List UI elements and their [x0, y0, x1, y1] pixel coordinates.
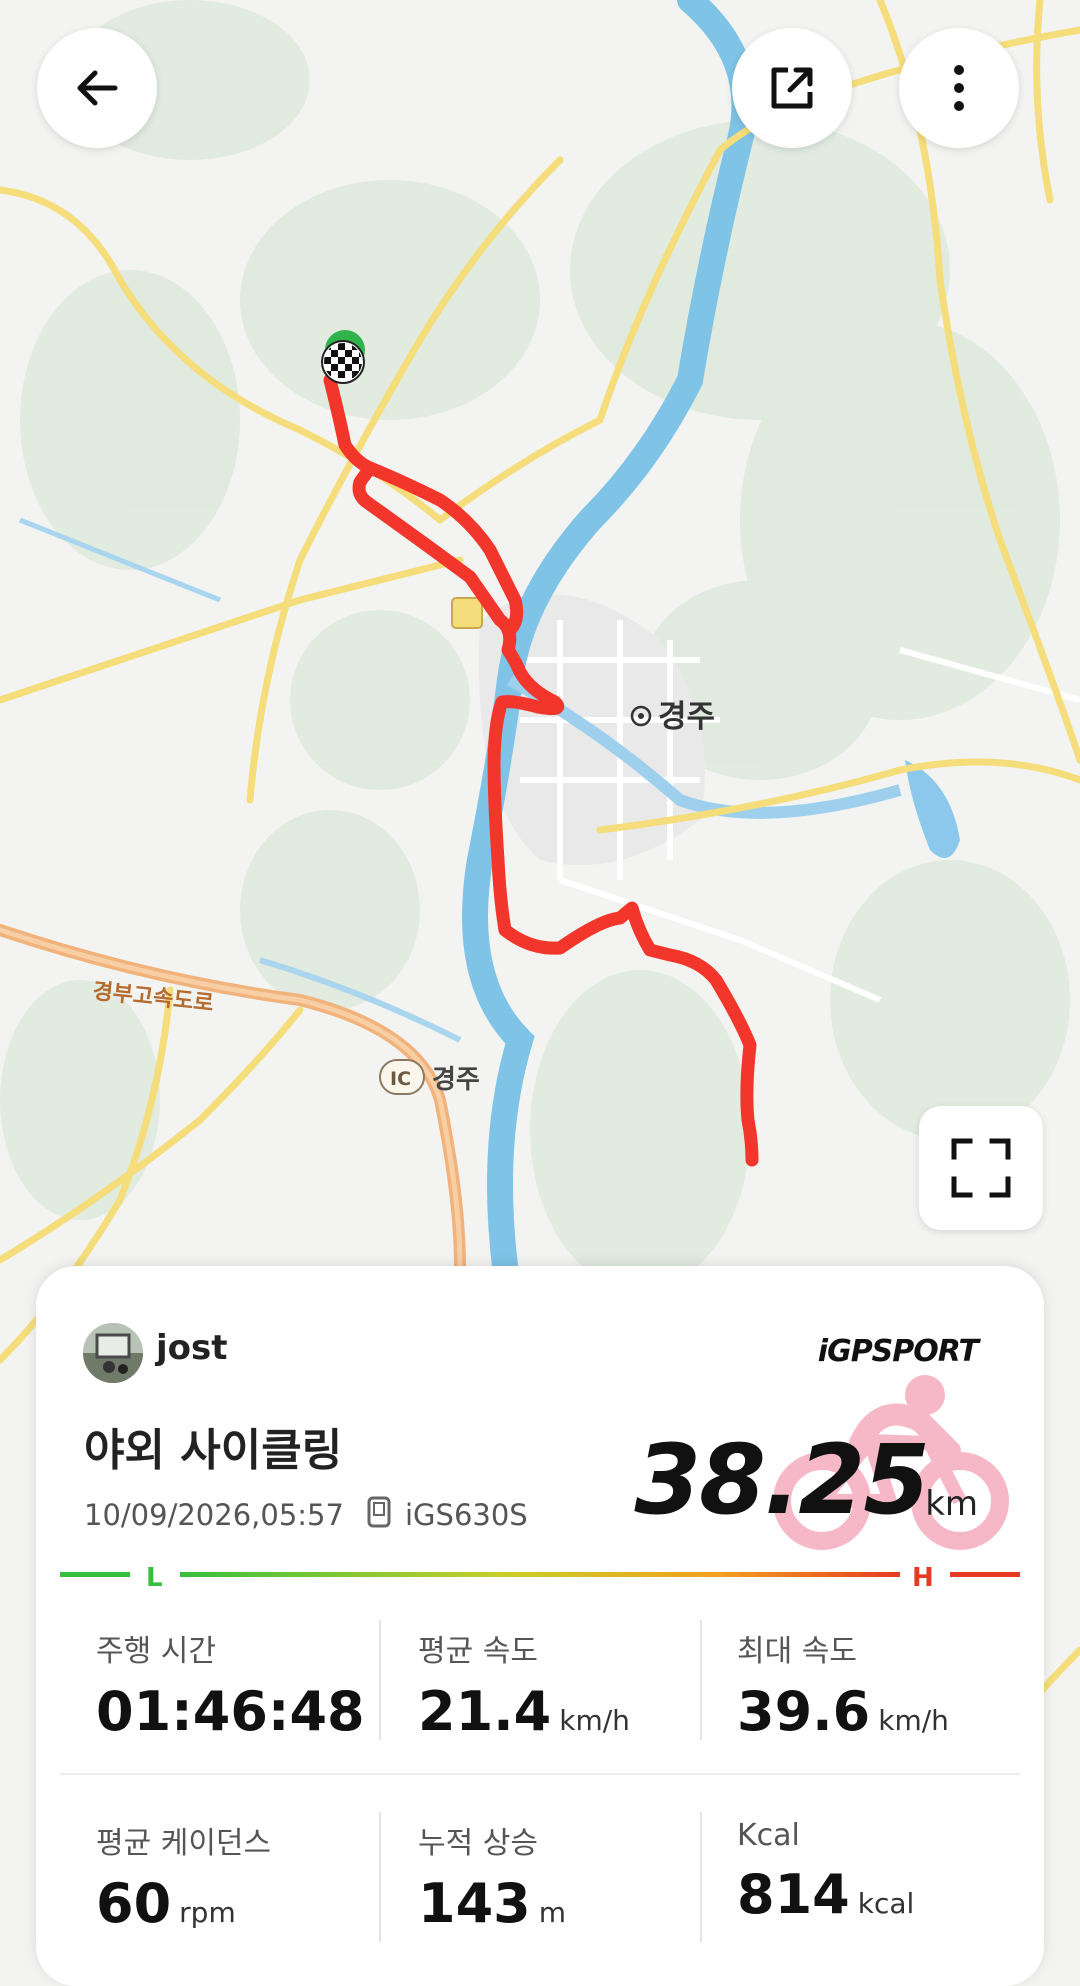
- stat-value: 814: [737, 1863, 850, 1926]
- more-options-button[interactable]: [899, 28, 1019, 148]
- stat-label: 평균 케이던스: [96, 1826, 272, 1861]
- stat-calories: Kcal 814 kcal: [737, 1818, 914, 1926]
- divider: [700, 1812, 702, 1942]
- stat-unit: km/h: [878, 1704, 949, 1737]
- activity-summary-card: jost iGPSPORT 야외 사이클링 10/09/2026,05:57 i…: [36, 1266, 1044, 1986]
- stat-value: 60: [96, 1872, 172, 1935]
- speed-scale-bar: L H: [60, 1563, 1020, 1592]
- stat-unit: m: [538, 1896, 567, 1929]
- interchange-label: 경주: [432, 1065, 480, 1095]
- stat-elevation-gain: 누적 상승 143 m: [418, 1818, 566, 1935]
- stat-unit: kcal: [857, 1887, 915, 1920]
- stat-label: 누적 상승: [418, 1826, 538, 1861]
- stat-value: 39.6: [737, 1680, 871, 1743]
- stat-value: 143: [418, 1872, 531, 1935]
- stat-avg-cadence: 평균 케이던스 60 rpm: [96, 1818, 271, 1935]
- divider: [379, 1812, 381, 1942]
- share-button[interactable]: [732, 28, 852, 148]
- device-icon: [367, 1496, 391, 1528]
- stat-label: 평균 속도: [418, 1634, 538, 1669]
- stat-avg-speed: 평균 속도 21.4 km/h: [418, 1626, 630, 1743]
- more-vertical-icon: [954, 65, 964, 111]
- activity-datetime: 10/09/2026,05:57: [84, 1498, 344, 1532]
- activity-title: 야외 사이클링: [84, 1425, 343, 1476]
- device-name: iGS630S: [405, 1498, 528, 1532]
- avatar[interactable]: [83, 1323, 143, 1383]
- arrow-left-icon: [77, 70, 118, 106]
- divider: [700, 1620, 702, 1740]
- stat-label: Kcal: [737, 1818, 800, 1853]
- divider: [379, 1620, 381, 1740]
- stat-max-speed: 최대 속도 39.6 km/h: [737, 1626, 949, 1743]
- stat-unit: rpm: [179, 1896, 236, 1929]
- stat-label: 최대 속도: [737, 1634, 857, 1669]
- interchange-icon: IC: [390, 1068, 411, 1090]
- fullscreen-button[interactable]: [919, 1106, 1043, 1230]
- stat-unit: km/h: [559, 1704, 630, 1737]
- stat-moving-time: 주행 시간 01:46:48: [96, 1626, 373, 1743]
- stat-label: 주행 시간: [96, 1634, 216, 1669]
- road-shield-icon: [451, 597, 483, 629]
- username[interactable]: jost: [156, 1328, 228, 1368]
- scale-high-label: H: [912, 1563, 934, 1592]
- share-icon: [771, 67, 813, 109]
- stat-value: 01:46:48: [96, 1680, 365, 1743]
- back-button[interactable]: [37, 28, 157, 148]
- fullscreen-icon: [951, 1138, 1011, 1198]
- stat-value: 21.4: [418, 1680, 552, 1743]
- avatar-image: [83, 1323, 143, 1383]
- scale-low-label: L: [146, 1563, 163, 1592]
- total-distance: 38.25: [634, 1424, 930, 1536]
- distance-unit: km: [925, 1484, 978, 1524]
- city-label: 경주: [658, 699, 715, 735]
- row-divider: [60, 1773, 1020, 1775]
